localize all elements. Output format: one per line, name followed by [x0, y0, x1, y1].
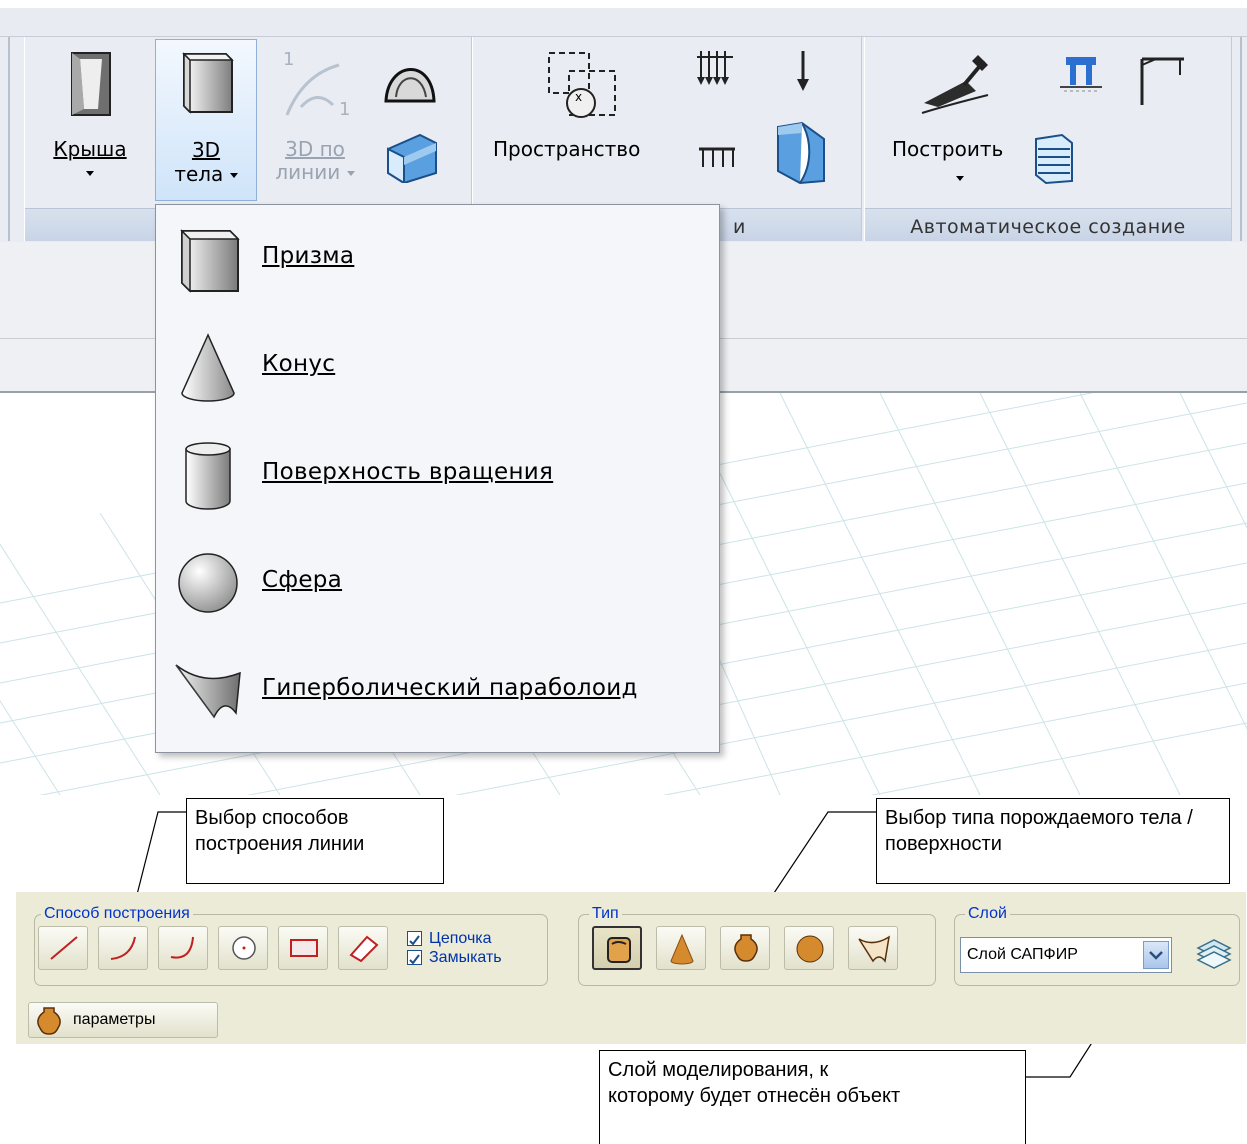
type-cone-button[interactable]	[656, 926, 706, 970]
rectangle-icon	[290, 939, 318, 957]
oblique-rectangle-tool-button[interactable]	[338, 926, 388, 970]
chain-label: Цепочка	[429, 930, 492, 947]
arc-end-icon	[170, 936, 194, 959]
line-icon	[50, 936, 78, 960]
callout-line-method-row1: Выбор способов	[195, 807, 349, 829]
type-prism-icon	[607, 937, 631, 963]
close-label: Замыкать	[429, 949, 502, 966]
callout-layer: Слой моделирования, к которому будет отн…	[599, 1050, 1026, 1144]
type-sphere-button[interactable]	[784, 926, 834, 970]
rectangle-tool-button[interactable]	[278, 926, 328, 970]
type-revolution-button[interactable]	[720, 926, 770, 970]
parameters-label: параметры	[73, 1011, 156, 1028]
arc-tool-button[interactable]	[98, 926, 148, 970]
circle-tool-button[interactable]	[218, 926, 268, 970]
layer-legend: Слой	[965, 905, 1010, 923]
chain-checkbox[interactable]	[407, 931, 422, 946]
callout-line-method-row2: построения линии	[195, 833, 365, 855]
arc-icon	[110, 936, 136, 960]
close-checkbox[interactable]	[407, 950, 422, 965]
line-tool-button[interactable]	[38, 926, 88, 970]
layers-icon	[1196, 939, 1232, 969]
type-legend: Тип	[589, 905, 622, 923]
callout-layer-row2: которому будет отнесён объект	[608, 1085, 901, 1107]
type-vase-icon	[734, 934, 758, 962]
check-icon	[409, 935, 420, 946]
callout-body-type: Выбор типа порождаемого тела / поверхнос…	[876, 798, 1230, 884]
type-paraboloid-icon	[858, 935, 891, 963]
type-sphere-icon	[796, 935, 824, 963]
layer-select-value: Слой САПФИР	[967, 946, 1078, 963]
layer-select-toggle[interactable]	[1143, 941, 1169, 969]
oblique-rectangle-icon	[349, 935, 379, 963]
type-prism-button[interactable]	[592, 926, 642, 970]
layer-select[interactable]: Слой САПФИР	[960, 937, 1172, 973]
vase-icon	[37, 1007, 61, 1035]
arc2-tool-button[interactable]	[158, 926, 208, 970]
layers-manager-button[interactable]	[1194, 934, 1234, 974]
method-legend: Способ построения	[41, 905, 193, 923]
callout-line-method: Выбор способов построения линии	[186, 798, 444, 884]
callout-layer-row1: Слой моделирования, к	[608, 1059, 829, 1081]
type-cone-icon	[670, 933, 694, 965]
chevron-down-icon	[1149, 951, 1163, 960]
check-icon	[409, 954, 420, 965]
parameters-button[interactable]: параметры	[28, 1002, 218, 1038]
type-paraboloid-button[interactable]	[848, 926, 898, 970]
circle-icon	[232, 936, 256, 960]
